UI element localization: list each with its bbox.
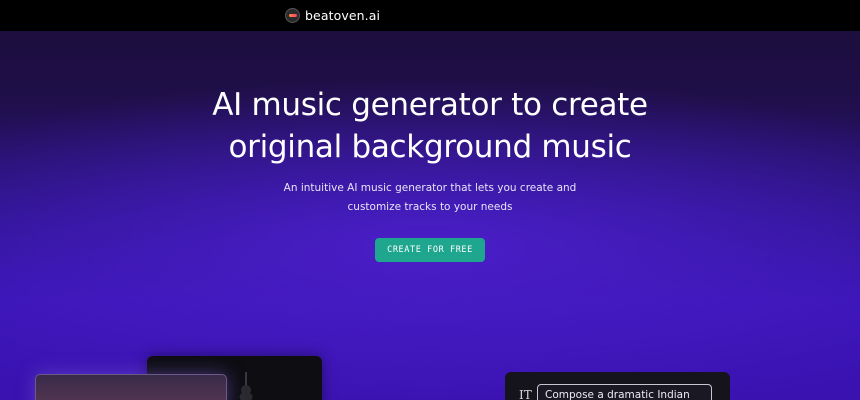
top-navigation-bar: beatoven.ai	[0, 0, 860, 31]
hero-title-line-1: AI music generator to create	[212, 87, 648, 123]
hero-title-line-2: original background music	[228, 129, 632, 165]
prompt-card: IT Compose a dramatic Indian	[505, 372, 730, 400]
prompt-input[interactable]: Compose a dramatic Indian	[537, 384, 712, 400]
brand-name: beatoven.ai	[305, 7, 381, 23]
media-preview-card	[35, 374, 227, 400]
text-icon: IT	[519, 388, 532, 400]
beatoven-logo-icon	[285, 7, 300, 23]
hero-title: AI music generator to create original ba…	[0, 84, 860, 168]
hero-subtitle: An intuitive AI music generator that let…	[0, 179, 860, 217]
guitar-image	[239, 372, 253, 400]
brand-logo[interactable]: beatoven.ai	[285, 6, 380, 24]
hero-subtitle-line-1: An intuitive AI music generator that let…	[283, 182, 577, 194]
create-for-free-button[interactable]: CREATE FOR FREE	[375, 238, 485, 262]
hero-subtitle-line-2: customize tracks to your needs	[347, 201, 513, 213]
